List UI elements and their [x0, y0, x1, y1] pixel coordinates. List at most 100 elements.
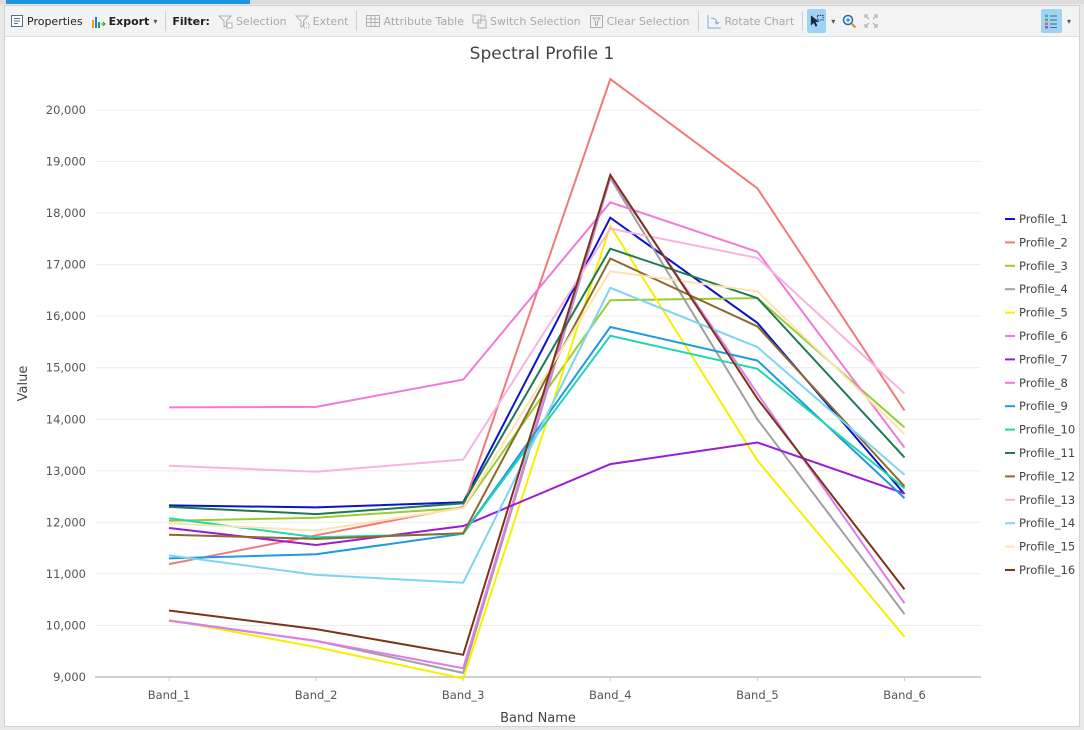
- legend-item[interactable]: Profile_1: [1005, 212, 1068, 226]
- y-tick-label: 15,000: [46, 361, 86, 375]
- y-axis-label: Value: [16, 366, 31, 402]
- chart-legend: Profile_1 Profile_2 Profile_3 Profile_4 Prof…: [1005, 212, 1075, 577]
- legend-item[interactable]: Profile_5: [1005, 306, 1068, 320]
- zoom-in-icon: [842, 14, 857, 29]
- series-line-profile-16[interactable]: [168, 172, 906, 656]
- clear-selection-label: Clear Selection: [606, 14, 690, 28]
- legend-item[interactable]: Profile_2: [1005, 235, 1068, 249]
- switch-selection-button[interactable]: Switch Selection: [468, 9, 585, 33]
- legend-label: Profile_2: [1019, 235, 1068, 249]
- select-tool-dropdown-icon[interactable]: ▾: [827, 17, 839, 26]
- filter-extent-icon: [294, 14, 310, 29]
- chart-toolbar: Properties Export ▾ Filter: Selection Ex…: [5, 6, 1079, 37]
- series-line-profile-3[interactable]: [168, 297, 906, 522]
- y-tick-label: 12,000: [46, 515, 86, 529]
- legend-label: Profile_3: [1019, 259, 1068, 273]
- series-lines: [168, 77, 906, 680]
- full-extent-button[interactable]: [860, 9, 881, 33]
- filter-extent-label: Extent: [312, 14, 349, 28]
- series-line-profile-15[interactable]: [168, 270, 906, 532]
- attribute-table-button[interactable]: Attribute Table: [361, 9, 468, 33]
- x-tick-label: Band_5: [736, 688, 779, 702]
- legend-item[interactable]: Profile_11: [1005, 446, 1075, 460]
- select-pointer-icon: [809, 14, 824, 29]
- legend-label: Profile_16: [1019, 563, 1075, 577]
- y-tick-label: 18,000: [46, 206, 86, 220]
- export-chart-icon: [91, 14, 106, 29]
- clear-selection-button[interactable]: Clear Selection: [585, 9, 694, 33]
- legend-item[interactable]: Profile_3: [1005, 259, 1068, 273]
- legend-item[interactable]: Profile_4: [1005, 282, 1068, 296]
- x-tick-label: Band_6: [883, 688, 926, 702]
- toolbar-separator: [356, 11, 358, 31]
- legend-list-icon: [1044, 14, 1059, 29]
- legend-item[interactable]: Profile_15: [1005, 540, 1075, 554]
- legend-label: Profile_1: [1019, 212, 1068, 226]
- legend-item[interactable]: Profile_7: [1005, 352, 1068, 366]
- switch-selection-label: Switch Selection: [490, 14, 581, 28]
- y-tick-label: 17,000: [46, 258, 86, 272]
- toolbar-separator: [697, 11, 699, 31]
- series-line-profile-1[interactable]: [168, 216, 906, 509]
- legend-toggle-button[interactable]: [1040, 9, 1062, 33]
- x-tick-label: Band_3: [442, 688, 485, 702]
- y-tick-label: 16,000: [46, 309, 86, 323]
- properties-label: Properties: [27, 14, 83, 28]
- legend-label: Profile_11: [1019, 446, 1075, 460]
- filter-label: Filter:: [172, 14, 210, 28]
- legend-label: Profile_8: [1019, 376, 1068, 390]
- series-line-profile-2[interactable]: [168, 77, 906, 566]
- legend-label: Profile_4: [1019, 282, 1068, 296]
- select-tool-button[interactable]: [807, 9, 827, 33]
- table-icon: [365, 14, 380, 29]
- legend-item[interactable]: Profile_6: [1005, 329, 1068, 343]
- filter-selection-button[interactable]: Selection: [214, 9, 291, 33]
- rotate-chart-button[interactable]: Rotate Chart: [703, 9, 799, 33]
- legend-label: Profile_15: [1019, 540, 1075, 554]
- filter-selection-label: Selection: [235, 14, 287, 28]
- export-label: Export: [108, 14, 150, 28]
- legend-item[interactable]: Profile_8: [1005, 376, 1068, 390]
- rotate-chart-icon: [707, 14, 722, 29]
- y-tick-label: 11,000: [46, 567, 86, 581]
- attribute-table-label: Attribute Table: [383, 14, 464, 28]
- y-tick-label: 19,000: [46, 155, 86, 169]
- active-view-tab[interactable]: [6, 0, 250, 4]
- full-extent-icon: [863, 14, 878, 29]
- export-button[interactable]: Export ▾: [87, 9, 162, 33]
- series-line-profile-6[interactable]: [168, 174, 906, 670]
- legend-label: Profile_12: [1019, 469, 1075, 483]
- filter-selection-icon: [217, 14, 233, 29]
- y-tick-label: 14,000: [46, 412, 86, 426]
- legend-item[interactable]: Profile_14: [1005, 516, 1075, 530]
- chart-area: Spectral Profile 1 9,000 10,000 11,000 12,0…: [5, 37, 1079, 726]
- spectral-profile-chart[interactable]: Spectral Profile 1 9,000 10,000 11,000 12,0…: [5, 37, 1079, 726]
- properties-button[interactable]: Properties: [5, 9, 87, 33]
- y-axis-ticks: 9,000 10,000 11,000 12,000 13,000 14,000 15,00…: [46, 103, 86, 684]
- legend-item[interactable]: Profile_16: [1005, 563, 1075, 577]
- legend-label: Profile_5: [1019, 306, 1068, 320]
- legend-dropdown-icon[interactable]: ▾: [1063, 17, 1079, 26]
- y-tick-label: 13,000: [46, 464, 86, 478]
- chart-window: Properties Export ▾ Filter: Selection Ex…: [4, 5, 1080, 727]
- legend-item[interactable]: Profile_12: [1005, 469, 1075, 483]
- legend-label: Profile_13: [1019, 493, 1075, 507]
- legend-item[interactable]: Profile_9: [1005, 399, 1068, 413]
- legend-label: Profile_9: [1019, 399, 1068, 413]
- filter-extent-button[interactable]: Extent: [291, 9, 353, 33]
- toolbar-separator: [802, 11, 804, 31]
- legend-label: Profile_14: [1019, 516, 1075, 530]
- series-line-profile-11[interactable]: [168, 247, 906, 516]
- chart-title: Spectral Profile 1: [470, 44, 615, 64]
- export-dropdown-icon: ▾: [153, 16, 158, 26]
- legend-label: Profile_7: [1019, 352, 1068, 366]
- y-tick-label: 9,000: [53, 670, 86, 684]
- legend-item[interactable]: Profile_10: [1005, 423, 1075, 437]
- legend-label: Profile_10: [1019, 423, 1075, 437]
- x-tick-label: Band_2: [295, 688, 338, 702]
- rotate-chart-label: Rotate Chart: [724, 14, 795, 28]
- grid-lines: [95, 109, 981, 626]
- legend-item[interactable]: Profile_13: [1005, 493, 1075, 507]
- zoom-in-button[interactable]: [839, 9, 860, 33]
- series-line-profile-8[interactable]: [168, 201, 906, 449]
